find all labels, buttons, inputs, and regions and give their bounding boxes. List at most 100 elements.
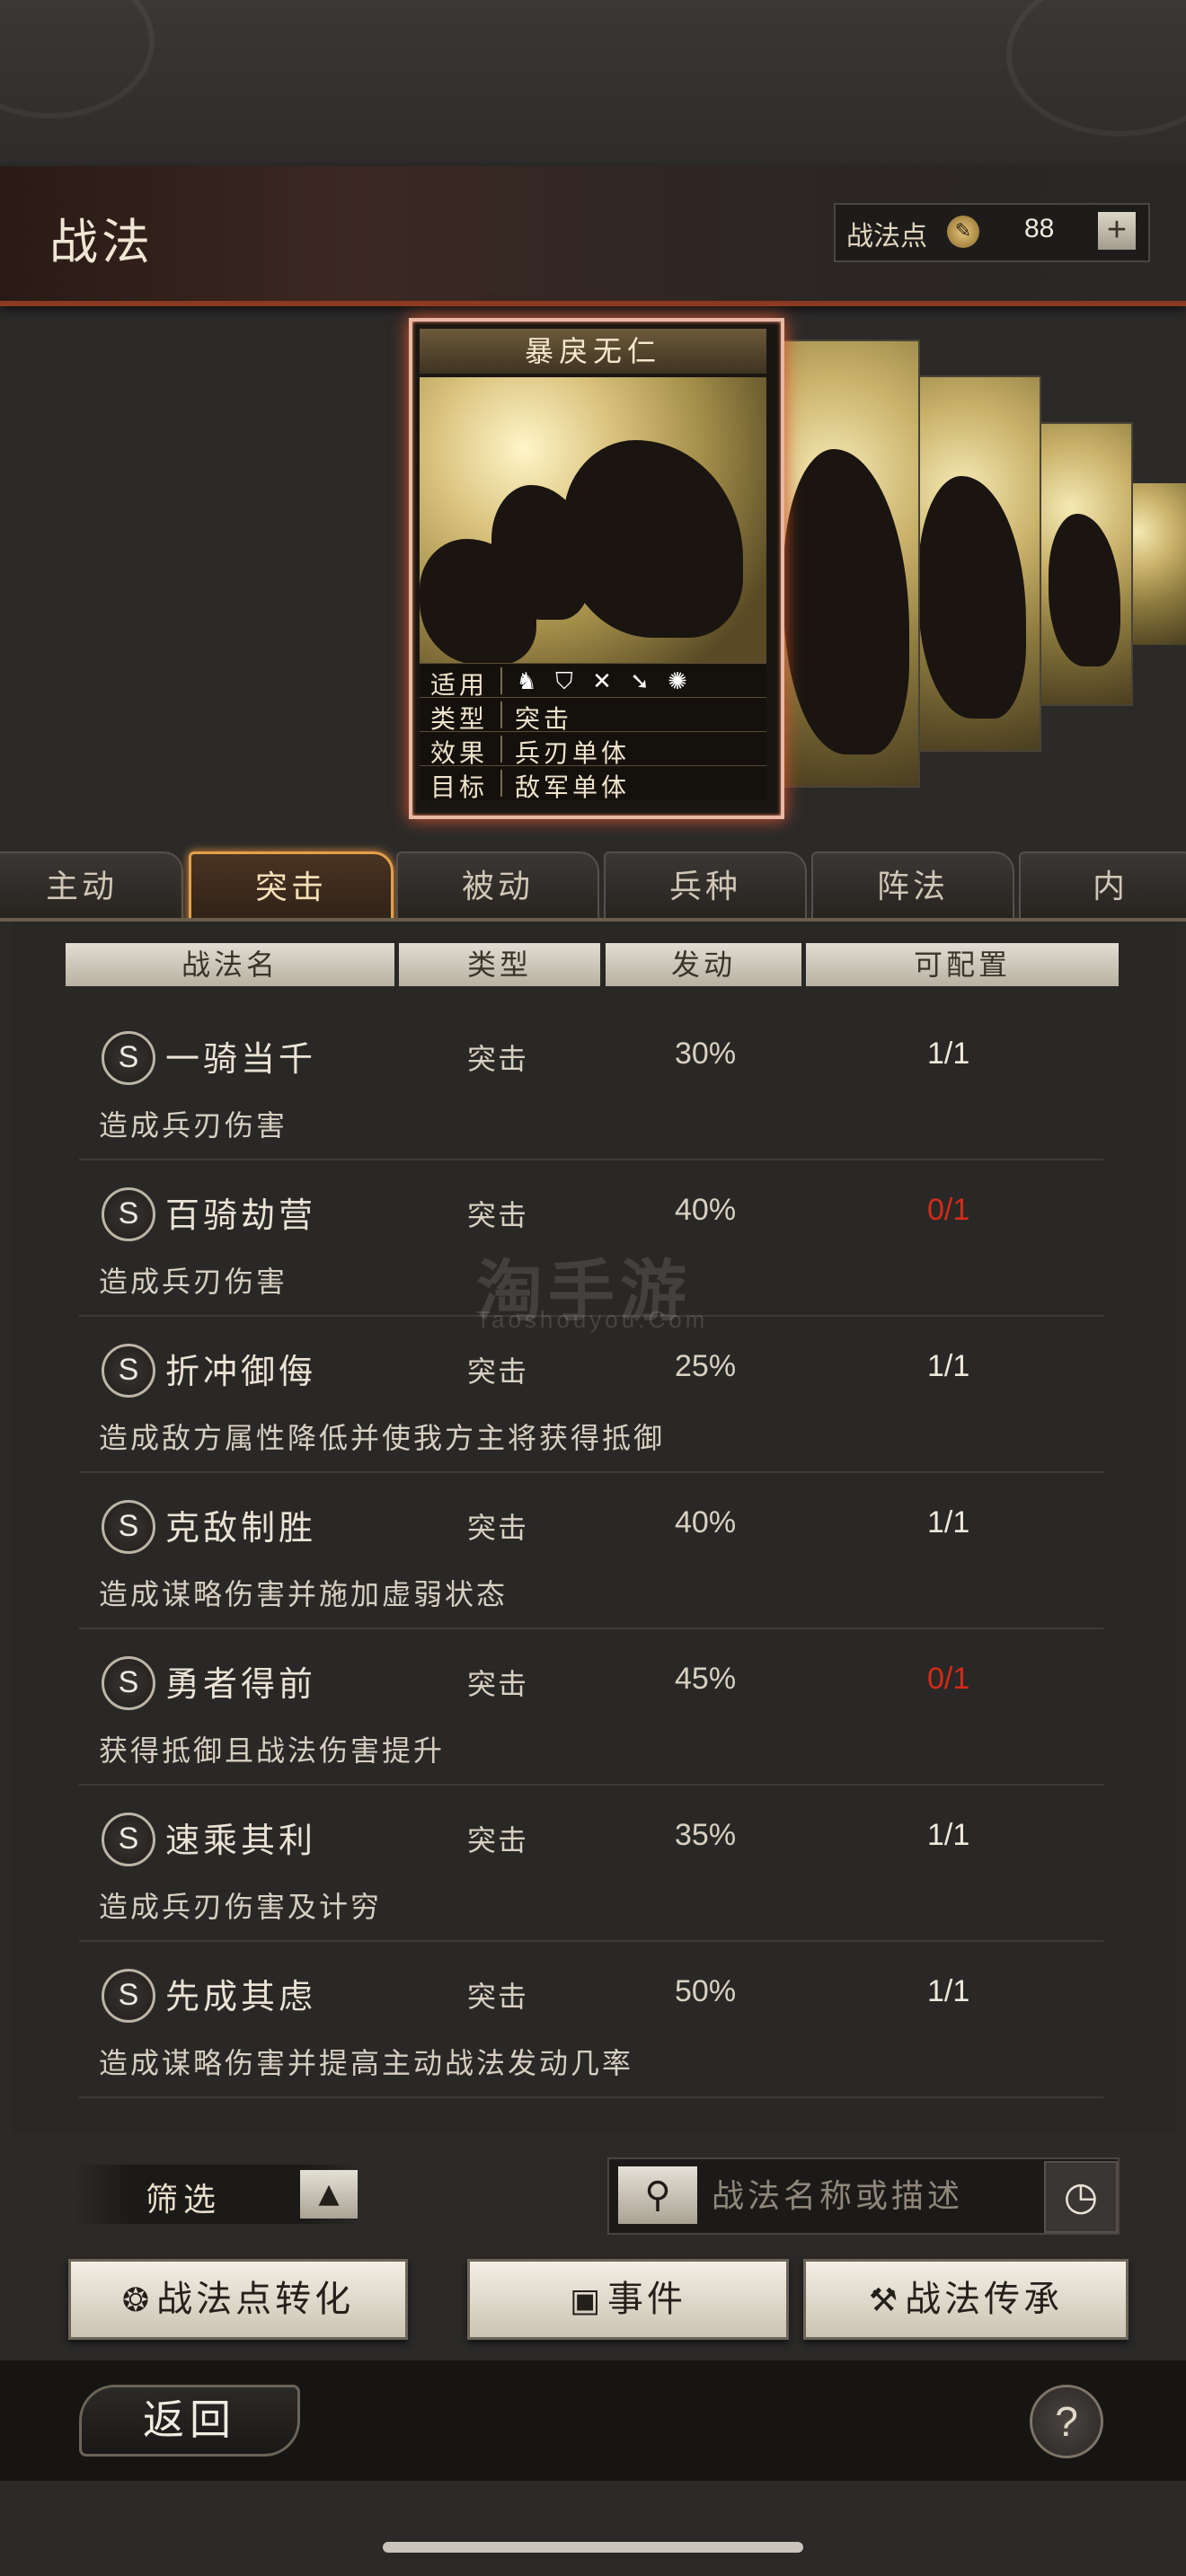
tactic-desc: 造成敌方属性降低并使我方主将获得抵御 (99, 1421, 666, 1455)
convert-points-button[interactable]: ❂ 战法点转化 (68, 2259, 408, 2340)
watermark-url: Taoshouyou.Com (476, 1306, 709, 1333)
tactic-desc: 造成兵刃伤害及计穷 (99, 1890, 383, 1924)
tab-active-skill[interactable]: 主动 (0, 851, 183, 922)
tactic-desc: 造成谋略伤害并提高主动战法发动几率 (99, 2046, 634, 2080)
search-box: ⚲ ◷ (607, 2157, 1120, 2235)
grade-s-icon: S (102, 1344, 155, 1398)
tactic-row[interactable]: S 一骑当千 突击 30% 1/1 造成兵刃伤害 (79, 1004, 1103, 1160)
header-rate[interactable]: 发动 (606, 943, 801, 986)
tactic-config: 1/1 (927, 1349, 970, 1383)
tactic-desc: 获得抵御且战法伤害提升 (99, 1734, 446, 1768)
shield-icon: ⛉ (555, 668, 577, 695)
tactic-desc: 造成谋略伤害并施加虚弱状态 (99, 1577, 509, 1611)
add-points-button[interactable]: + (1098, 212, 1136, 250)
card-row-key: 类型 (430, 704, 489, 734)
page-title: 战法 (49, 214, 154, 270)
tab-troop[interactable]: 兵种 (604, 851, 807, 922)
tactic-config: 0/1 (927, 1193, 970, 1227)
tactic-config: 1/1 (927, 1818, 970, 1852)
inherit-tactic-label: 战法传承 (905, 2279, 1064, 2320)
tactic-config: 1/1 (927, 1037, 970, 1071)
tactic-name: 克敌制胜 (165, 1508, 317, 1548)
header-configurable[interactable]: 可配置 (806, 943, 1119, 986)
tactic-config: 1/1 (927, 1974, 970, 2008)
filter-label: 筛选 (146, 2182, 222, 2219)
event-label: 事件 (607, 2279, 686, 2320)
inherit-tactic-button[interactable]: ⚒ 战法传承 (803, 2259, 1128, 2340)
wheel-icon: ✺ (668, 668, 691, 695)
filter-toggle-button[interactable]: ▲ (300, 2170, 358, 2219)
card-row-value: 兵刃单体 (515, 738, 631, 768)
tactic-desc: 造成兵刃伤害 (99, 1108, 288, 1142)
card-row-key: 效果 (430, 738, 489, 768)
tactic-type: 突击 (467, 1042, 529, 1076)
tactic-card-stack[interactable] (773, 340, 920, 788)
tactic-card-stack[interactable] (907, 375, 1041, 752)
tactic-type: 突击 (467, 1354, 529, 1389)
grade-s-icon: S (102, 1813, 155, 1866)
tactic-row[interactable]: S 速乘其利 突击 35% 1/1 造成兵刃伤害及计穷 (79, 1786, 1103, 1942)
tactic-name: 百骑劫营 (165, 1195, 317, 1235)
card-row-value: 敌军单体 (515, 772, 631, 802)
event-button[interactable]: ▣ 事件 (467, 2259, 789, 2340)
alert-icon: ▣ (569, 2282, 604, 2319)
points-label: 战法点 (846, 221, 927, 252)
tactic-rate: 25% (675, 1349, 737, 1383)
tactic-rate: 50% (675, 1974, 737, 2008)
tactic-name: 一骑当千 (165, 1039, 317, 1079)
tactic-type: 突击 (467, 1667, 529, 1701)
tactic-config: 1/1 (927, 1505, 970, 1539)
tactic-rate: 40% (675, 1193, 737, 1227)
tactic-desc: 造成兵刃伤害 (99, 1265, 288, 1299)
back-button[interactable]: 返回 (79, 2385, 300, 2457)
home-indicator[interactable] (383, 2542, 803, 2553)
tab-formation[interactable]: 阵法 (811, 851, 1014, 922)
card-artwork (420, 377, 766, 663)
tactic-name: 勇者得前 (165, 1664, 317, 1704)
filter-control: 筛选 ▲ (74, 2165, 361, 2224)
tab-assault[interactable]: 突击 (189, 851, 394, 925)
tactic-rate: 30% (675, 1037, 737, 1071)
tab-internal[interactable]: 内 (1019, 851, 1186, 922)
tactic-row[interactable]: S 先成其虑 突击 50% 1/1 造成谋略伤害并提高主动战法发动几率 (79, 1942, 1103, 2098)
search-input[interactable] (710, 2172, 1010, 2220)
card-row-value: 突击 (515, 704, 573, 734)
spear-icon: ➘ (630, 668, 653, 695)
tactic-point-coin-icon: ✎ (947, 216, 979, 248)
tactic-type: 突击 (467, 1823, 529, 1857)
tactic-name: 先成其虑 (165, 1977, 317, 2016)
tactic-row[interactable]: S 克敌制胜 突击 40% 1/1 造成谋略伤害并施加虚弱状态 (79, 1473, 1103, 1629)
points-value: 88 (1024, 214, 1055, 243)
card-row-apply: 适用 ♞ ⛉ ✕ ➘ ✺ (420, 663, 766, 700)
card-row-key: 目标 (430, 772, 489, 802)
tactic-card-stack[interactable] (1029, 422, 1133, 706)
card-row-key: 适用 (430, 670, 489, 700)
tactic-points-box: 战法点 ✎ 88 + (834, 203, 1150, 262)
grade-s-icon: S (102, 1031, 155, 1085)
featured-tactic-card[interactable]: 暴戾无仁 适用 ♞ ⛉ ✕ ➘ ✺ 类型 突击 效果 兵刃单体 目标 敌军单体 (409, 318, 784, 819)
grade-s-icon: S (102, 1500, 155, 1554)
card-row-type: 类型 突击 (420, 697, 766, 734)
card-row-effect: 效果 兵刃单体 (420, 731, 766, 768)
history-clock-icon[interactable]: ◷ (1044, 2161, 1118, 2233)
top-background (0, 0, 1186, 171)
header-type[interactable]: 类型 (399, 943, 600, 986)
cavalry-icon: ♞ (516, 668, 541, 695)
tactic-name: 速乘其利 (165, 1821, 317, 1860)
grade-s-icon: S (102, 1656, 155, 1710)
tactic-rate: 40% (675, 1505, 737, 1539)
grade-s-icon: S (102, 1969, 155, 2023)
tactic-row[interactable]: S 勇者得前 突击 45% 0/1 获得抵御且战法伤害提升 (79, 1629, 1103, 1786)
triangle-up-icon: ▲ (318, 2178, 340, 2210)
header-name[interactable]: 战法名 (66, 943, 394, 986)
tab-passive[interactable]: 被动 (396, 851, 599, 922)
tactic-rate: 45% (675, 1662, 737, 1696)
search-icon[interactable]: ⚲ (618, 2166, 697, 2224)
card-troop-icons: ♞ ⛉ ✕ ➘ ✺ (515, 666, 704, 695)
tactic-row[interactable]: S 折冲御侮 突击 25% 1/1 造成敌方属性降低并使我方主将获得抵御 (79, 1317, 1103, 1473)
help-icon[interactable]: ? (1030, 2385, 1103, 2458)
flame-icon: ❂ (121, 2282, 154, 2319)
convert-points-label: 战法点转化 (156, 2279, 355, 2320)
grade-s-icon: S (102, 1187, 155, 1241)
tactic-type: 突击 (467, 1980, 529, 2014)
